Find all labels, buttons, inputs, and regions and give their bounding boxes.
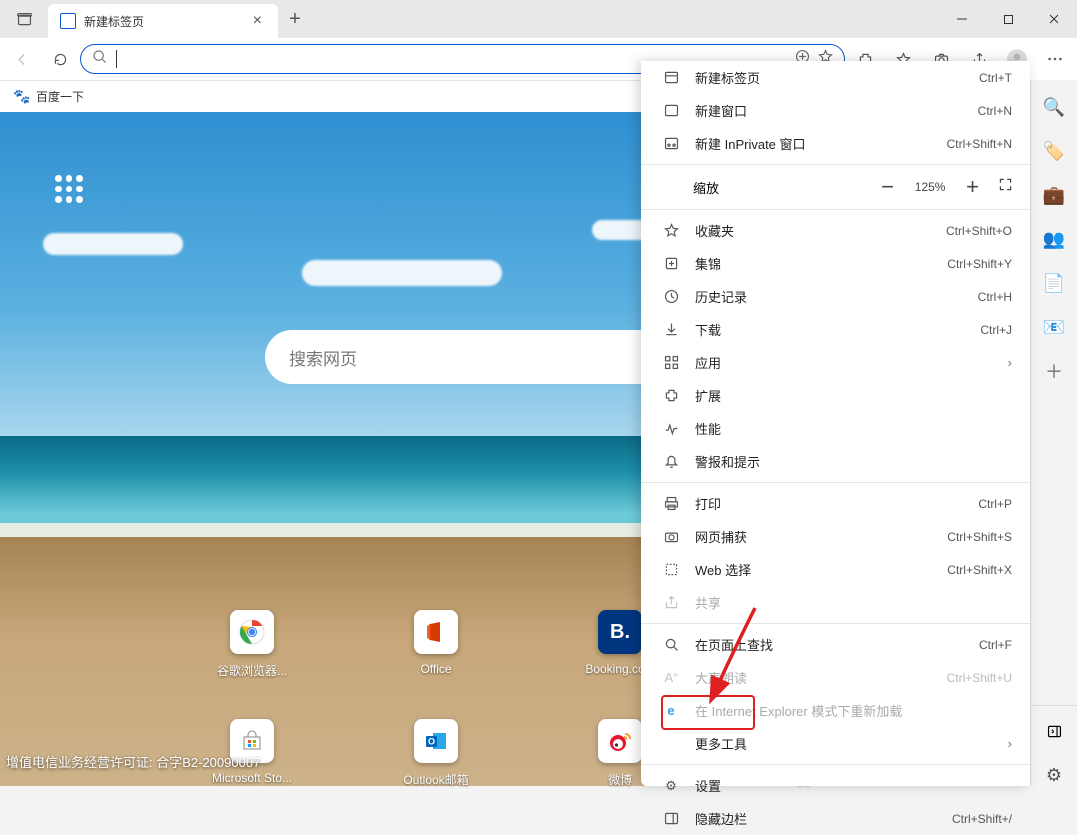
tile-label: Microsoft Sto... <box>207 771 297 785</box>
annotation-arrow <box>700 603 760 718</box>
print-icon <box>659 495 683 512</box>
sidebar-outlook-icon[interactable]: 📧 <box>1043 316 1065 338</box>
browser-tab[interactable]: 新建标签页 × <box>48 4 278 38</box>
sidebar-tools-icon[interactable]: 💼 <box>1043 184 1065 206</box>
tile-label: Office <box>391 662 481 676</box>
window-controls <box>939 0 1077 38</box>
sidebar-icon <box>659 810 683 827</box>
tab-favicon <box>60 13 76 29</box>
new-window-icon <box>659 102 683 119</box>
inprivate-icon <box>659 135 683 152</box>
tile-icon <box>598 719 642 763</box>
quick-link-tile[interactable]: O Outlook邮箱 <box>391 719 481 788</box>
tile-icon: B. <box>598 610 642 654</box>
select-icon <box>659 561 683 578</box>
menu-webcapture[interactable]: 网页捕获Ctrl+Shift+S <box>641 520 1030 553</box>
tile-icon <box>230 610 274 654</box>
sidebar-collapse-icon[interactable] <box>1043 720 1065 742</box>
menu-apps[interactable]: 应用› <box>641 346 1030 379</box>
find-icon <box>659 636 683 653</box>
sidebar-games-icon[interactable]: 👥 <box>1043 228 1065 250</box>
menu-new-tab[interactable]: 新建标签页Ctrl+T <box>641 61 1030 94</box>
apps-grid-icon[interactable] <box>55 175 83 203</box>
quick-link-tile[interactable]: Office <box>391 610 481 679</box>
performance-icon <box>659 420 683 437</box>
extensions-icon <box>659 387 683 404</box>
menu-performance[interactable]: 性能 <box>641 412 1030 445</box>
menu-webselect[interactable]: Web 选择Ctrl+Shift+X <box>641 553 1030 586</box>
menu-alerts[interactable]: 警报和提示 <box>641 445 1030 478</box>
bookmark-baidu[interactable]: 🐾 百度一下 <box>14 88 84 105</box>
menu-zoom-row: 缩放 − 125% + <box>641 169 1030 205</box>
edge-sidebar: 🔍 🏷️ 💼 👥 📄 📧 ＋ ⚙ <box>1030 80 1077 786</box>
share-icon <box>659 594 683 611</box>
menu-collections[interactable]: 集锦Ctrl+Shift+Y <box>641 247 1030 280</box>
collections-icon <box>659 255 683 272</box>
titlebar: 新建标签页 × + <box>0 0 1077 38</box>
tile-label: 谷歌浏览器... <box>207 662 297 679</box>
back-button[interactable] <box>4 43 40 75</box>
download-icon <box>659 321 683 338</box>
bookmark-label: 百度一下 <box>36 88 84 105</box>
new-tab-icon <box>659 69 683 86</box>
menu-new-inprivate[interactable]: 新建 InPrivate 窗口Ctrl+Shift+N <box>641 127 1030 160</box>
tile-icon: O <box>414 719 458 763</box>
text-cursor <box>116 50 117 68</box>
fullscreen-button[interactable] <box>997 176 1014 198</box>
svg-text:O: O <box>428 737 435 747</box>
maximize-button[interactable] <box>985 0 1031 38</box>
sidebar-office-icon[interactable]: 📄 <box>1043 272 1065 294</box>
new-tab-button[interactable]: + <box>278 0 312 38</box>
menu-extensions[interactable]: 扩展 <box>641 379 1030 412</box>
tile-label: Outlook邮箱 <box>391 771 481 788</box>
zoom-value: 125% <box>912 180 948 194</box>
chevron-right-icon: › <box>1008 736 1012 751</box>
bell-icon <box>659 453 683 470</box>
sidebar-shopping-icon[interactable]: 🏷️ <box>1043 140 1065 162</box>
quick-link-tile[interactable]: 谷歌浏览器... <box>207 610 297 679</box>
menu-print[interactable]: 打印Ctrl+P <box>641 487 1030 520</box>
refresh-button[interactable] <box>42 43 78 75</box>
baidu-icon: 🐾 <box>14 89 30 105</box>
apps-icon <box>659 354 683 371</box>
sidebar-search-icon[interactable]: 🔍 <box>1043 96 1065 118</box>
minimize-button[interactable] <box>939 0 985 38</box>
footer-license: 增值电信业务经营许可证: 合字B2-20090007 <box>6 752 260 771</box>
readaloud-icon: A» <box>659 670 683 685</box>
star-icon <box>659 222 683 239</box>
zoom-out-button[interactable]: − <box>881 174 894 200</box>
close-window-button[interactable] <box>1031 0 1077 38</box>
more-menu-button[interactable] <box>1037 43 1073 75</box>
search-icon <box>91 48 108 70</box>
tile-icon <box>414 610 458 654</box>
menu-downloads[interactable]: 下载Ctrl+J <box>641 313 1030 346</box>
tab-close-button[interactable]: × <box>249 12 266 30</box>
tab-overview-button[interactable] <box>0 0 48 38</box>
capture-icon <box>659 528 683 545</box>
menu-history[interactable]: 历史记录Ctrl+H <box>641 280 1030 313</box>
history-icon <box>659 288 683 305</box>
menu-hidesidebar[interactable]: 隐藏边栏Ctrl+Shift+/ <box>641 802 1030 835</box>
menu-favorites[interactable]: 收藏夹Ctrl+Shift+O <box>641 214 1030 247</box>
sidebar-settings-icon[interactable]: ⚙ <box>1043 764 1065 786</box>
chevron-right-icon: › <box>1008 355 1012 370</box>
sidebar-add-icon[interactable]: ＋ <box>1043 360 1065 382</box>
zoom-in-button[interactable]: + <box>966 174 979 200</box>
menu-new-window[interactable]: 新建窗口Ctrl+N <box>641 94 1030 127</box>
search-placeholder: 搜索网页 <box>289 345 357 370</box>
tab-title: 新建标签页 <box>84 13 144 30</box>
menu-moretools[interactable]: 更多工具› <box>641 727 1030 760</box>
